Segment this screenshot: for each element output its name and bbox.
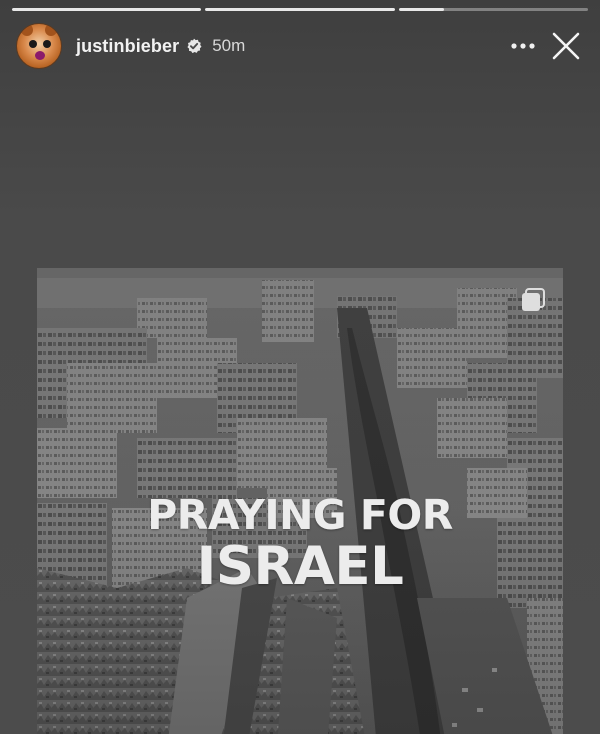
more-horizontal-icon[interactable] [506, 29, 540, 63]
headline-line-2: ISRAEL [196, 536, 404, 597]
avatar-ear [21, 24, 33, 36]
story-progress-segment [12, 8, 202, 11]
shared-post[interactable]: PRAYING FOR ISRAEL [37, 268, 563, 734]
headline-line-1: PRAYING FOR [147, 491, 453, 539]
avatar-ear [45, 24, 57, 36]
avatar-eye [29, 40, 37, 48]
story-viewer[interactable]: justinbieber 50m PRAYING FOR ISRAEL [0, 0, 600, 734]
username[interactable]: justinbieber [76, 36, 179, 57]
avatar-eye [43, 40, 51, 48]
progress-fill [12, 8, 202, 11]
avatar[interactable] [16, 23, 62, 69]
story-timestamp: 50m [212, 36, 246, 55]
progress-fill [205, 8, 395, 11]
post-headline: PRAYING FOR ISRAEL [37, 492, 563, 596]
verified-badge-icon [186, 38, 202, 54]
story-progress-bars [12, 8, 588, 11]
progress-fill [398, 8, 445, 11]
story-progress-segment [398, 8, 588, 11]
story-progress-segment [205, 8, 395, 11]
close-icon[interactable] [546, 26, 586, 66]
avatar-mouth [35, 51, 45, 60]
story-header: justinbieber 50m [16, 22, 586, 70]
multiple-images-icon[interactable] [520, 287, 546, 313]
